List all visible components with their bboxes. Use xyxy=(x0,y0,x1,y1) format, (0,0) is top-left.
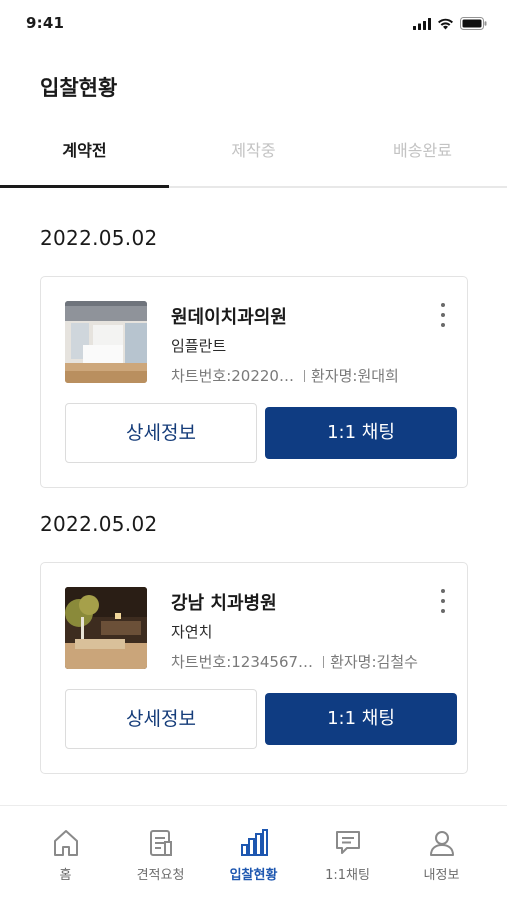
bar-chart-icon xyxy=(240,829,268,856)
nav-chat[interactable]: 1:1채팅 xyxy=(297,828,398,883)
status-bar: 9:41 xyxy=(0,0,507,52)
page-title: 입찰현황 xyxy=(40,76,118,100)
clinic-name: 강남 치과병원 xyxy=(171,593,277,614)
nav-label: 내정보 xyxy=(423,868,460,883)
chat-button[interactable]: 1:1 채팅 xyxy=(265,693,457,745)
tab-in-production[interactable]: 제작중 xyxy=(169,128,338,186)
date-header: 2022.05.02 xyxy=(40,512,158,536)
tab-delivered[interactable]: 배송완료 xyxy=(338,128,507,186)
clinic-thumbnail xyxy=(65,301,147,383)
card-meta: 차트번호:1234567… 환자명:김철수 xyxy=(171,651,418,672)
detail-button[interactable]: 상세정보 xyxy=(65,403,257,463)
battery-icon xyxy=(460,17,487,30)
chat-icon xyxy=(335,831,360,854)
nav-quote-request[interactable]: 견적요청 xyxy=(110,828,211,883)
tab-before-contract[interactable]: 계약전 xyxy=(0,128,169,186)
clinic-name: 원데이치과의원 xyxy=(171,307,287,328)
chart-number: 차트번호:20220… xyxy=(171,367,294,385)
status-icons xyxy=(413,17,487,30)
meta-divider xyxy=(323,655,325,668)
treatment-category: 자연치 xyxy=(171,623,213,641)
date-header: 2022.05.02 xyxy=(40,226,158,250)
more-options-icon[interactable] xyxy=(433,301,453,329)
bid-list[interactable]: 2022.05.02 원데이치과의원 임플란트 차트번호:20220… 환자명:… xyxy=(0,190,507,802)
detail-button[interactable]: 상세정보 xyxy=(65,689,257,749)
clinic-thumbnail xyxy=(65,587,147,669)
active-tab-indicator xyxy=(0,185,169,188)
user-icon xyxy=(429,831,454,856)
nav-bid-status[interactable]: 입찰현황 xyxy=(203,828,304,883)
nav-label: 홈 xyxy=(59,868,72,883)
nav-label: 견적요청 xyxy=(136,868,185,883)
bid-card[interactable]: 강남 치과병원 자연치 차트번호:1234567… 환자명:김철수 상세정보 1… xyxy=(40,562,468,774)
nav-label: 입찰현황 xyxy=(229,868,278,883)
wifi-icon xyxy=(438,18,453,29)
signal-icon xyxy=(413,17,431,30)
patient-name: 환자명:원대희 xyxy=(310,367,399,385)
chart-number: 차트번호:1234567… xyxy=(171,653,314,671)
meta-divider xyxy=(303,369,305,382)
home-icon xyxy=(53,830,78,856)
nav-my-info[interactable]: 내정보 xyxy=(391,828,492,883)
bid-card[interactable]: 원데이치과의원 임플란트 차트번호:20220… 환자명:원대희 상세정보 1:… xyxy=(40,276,468,488)
more-options-icon[interactable] xyxy=(433,587,453,615)
nav-home[interactable]: 홈 xyxy=(15,828,116,883)
document-icon xyxy=(149,830,172,856)
treatment-category: 임플란트 xyxy=(171,337,227,355)
card-meta: 차트번호:20220… 환자명:원대희 xyxy=(171,365,399,386)
bottom-navigation: 홈 견적요청 입찰현황 1:1채팅 내정보 xyxy=(0,805,507,900)
patient-name: 환자명:김철수 xyxy=(330,653,418,671)
chat-button[interactable]: 1:1 채팅 xyxy=(265,407,457,459)
status-time: 9:41 xyxy=(26,14,65,32)
nav-label: 1:1채팅 xyxy=(325,868,370,883)
tab-bar: 계약전 제작중 배송완료 xyxy=(0,128,507,188)
